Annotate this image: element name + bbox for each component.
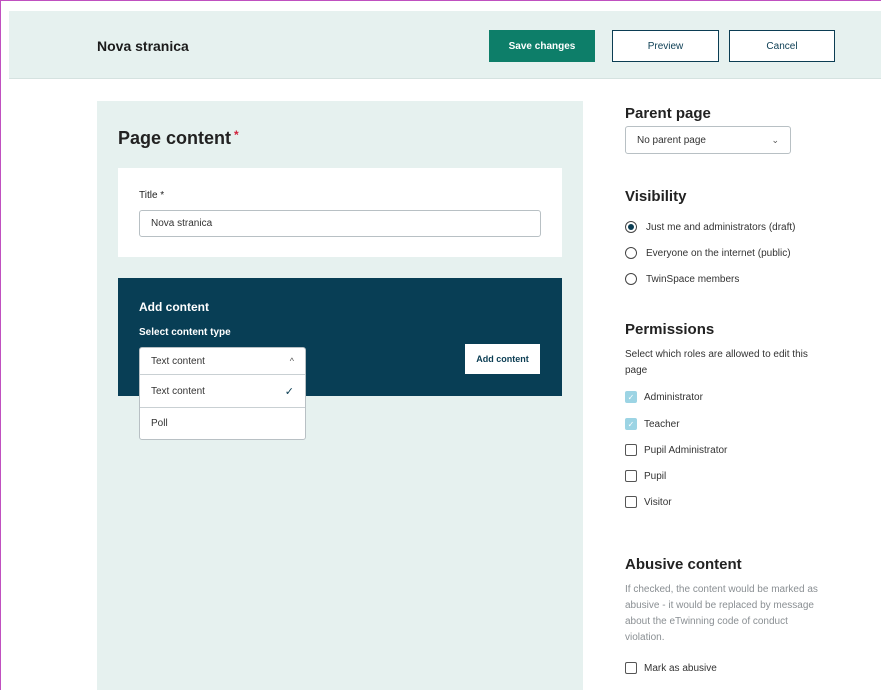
role-label: Pupil: [644, 470, 667, 482]
chevron-up-icon: ^: [289, 356, 294, 366]
visibility-option-label: TwinSpace members: [646, 273, 740, 285]
content-type-select[interactable]: Text content ^: [140, 348, 305, 375]
required-mark: *: [234, 128, 239, 142]
title-card: Title * Nova stranica: [118, 168, 562, 257]
page-name: Nova stranica: [97, 38, 189, 54]
dropdown-option-poll[interactable]: Poll: [140, 407, 305, 439]
dropdown-option-label: Text content: [151, 385, 205, 397]
role-visitor[interactable]: Visitor: [625, 496, 672, 508]
dropdown-option-text-content[interactable]: Text content ✓: [140, 375, 305, 407]
checkbox-checked-icon[interactable]: ✓: [625, 418, 637, 430]
role-label: Visitor: [644, 496, 672, 508]
page-content-title: Page content *: [118, 128, 239, 149]
checkbox-checked-icon[interactable]: ✓: [625, 391, 637, 403]
role-pupil-administrator[interactable]: Pupil Administrator: [625, 444, 727, 456]
title-input[interactable]: Nova stranica: [139, 210, 541, 237]
visibility-option-label: Everyone on the internet (public): [646, 247, 791, 259]
checkbox-icon[interactable]: [625, 496, 637, 508]
checkbox-icon[interactable]: [625, 662, 637, 674]
check-icon: ✓: [284, 385, 294, 398]
content-type-selected: Text content: [151, 355, 205, 367]
visibility-option-public[interactable]: Everyone on the internet (public): [625, 247, 791, 259]
add-content-heading: Add content: [139, 300, 209, 314]
preview-button[interactable]: Preview: [612, 30, 719, 62]
role-label: Administrator: [644, 391, 703, 403]
checkbox-icon[interactable]: [625, 444, 637, 456]
select-content-type-label: Select content type: [139, 327, 231, 338]
role-pupil[interactable]: Pupil: [625, 470, 666, 482]
role-administrator[interactable]: ✓ Administrator: [625, 391, 703, 403]
permissions-heading: Permissions: [625, 321, 715, 338]
visibility-option-members[interactable]: TwinSpace members: [625, 273, 739, 285]
page-content-title-text: Page content: [118, 128, 232, 148]
mark-as-abusive-checkbox[interactable]: Mark as abusive: [625, 662, 717, 674]
visibility-heading: Visibility: [625, 188, 687, 205]
add-content-button[interactable]: Add content: [465, 344, 540, 374]
content-type-dropdown[interactable]: Text content ^ Text content ✓ Poll: [139, 347, 306, 440]
role-label: Teacher: [644, 418, 680, 430]
abusive-content-description: If checked, the content would be marked …: [625, 584, 818, 643]
top-header: Nova stranica Save changes Preview Cance…: [9, 11, 881, 79]
radio-selected-icon[interactable]: [625, 221, 637, 233]
radio-icon[interactable]: [625, 273, 637, 285]
role-teacher[interactable]: ✓ Teacher: [625, 418, 680, 430]
visibility-option-label: Just me and administrators (draft): [646, 221, 796, 233]
abusive-content-heading: Abusive content: [625, 556, 742, 573]
checkbox-icon[interactable]: [625, 470, 637, 482]
mark-as-abusive-label: Mark as abusive: [644, 662, 717, 674]
permissions-description: Select which roles are allowed to edit t…: [625, 349, 808, 376]
role-label: Pupil Administrator: [644, 444, 728, 456]
save-changes-button[interactable]: Save changes: [489, 30, 595, 62]
parent-page-value: No parent page: [637, 134, 706, 146]
chevron-down-icon: ⌄: [771, 134, 779, 145]
parent-page-select[interactable]: No parent page ⌄: [625, 126, 791, 154]
parent-page-heading: Parent page: [625, 105, 711, 122]
visibility-option-draft[interactable]: Just me and administrators (draft): [625, 221, 796, 233]
title-label: Title *: [139, 190, 165, 201]
cancel-button[interactable]: Cancel: [729, 30, 835, 62]
radio-icon[interactable]: [625, 247, 637, 259]
dropdown-option-label: Poll: [151, 418, 168, 429]
